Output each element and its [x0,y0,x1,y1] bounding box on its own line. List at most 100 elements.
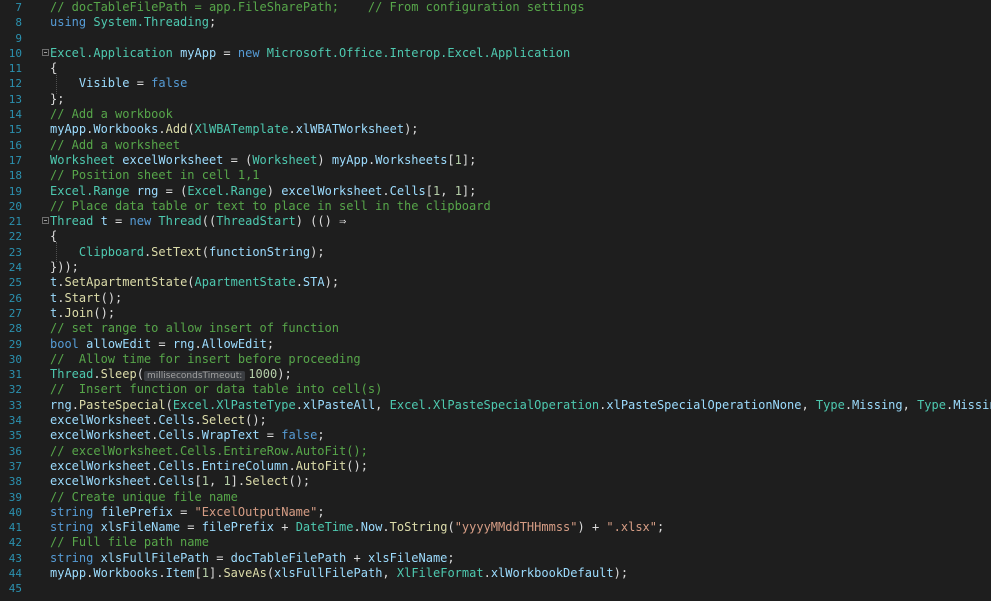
code-token: ) + [577,520,607,535]
code-token: xlPasteAll [302,397,376,412]
code-line[interactable]: 33 rng.PasteSpecial(Excel.XlPasteType.xlP… [0,398,991,413]
fold-toggle-icon[interactable] [42,217,49,225]
line-number: 35 [8,429,22,443]
code-line[interactable]: 12 Visible = false [0,76,991,91]
code-token: ]. [230,474,246,489]
code-token: myApp [50,122,87,137]
code-token: // Add a workbook [50,107,173,122]
line-number: 41 [8,521,22,535]
code-line[interactable]: 20 // Place data table or text to place i… [0,199,991,214]
code-token: Cells [389,183,426,198]
code-text: string xlsFullFilePath = docTableFilePat… [50,551,455,566]
code-token: Workbooks [93,565,159,580]
code-line[interactable]: 44 myApp.Workbooks.Item[1].SaveAs(xlsFull… [0,566,991,581]
code-line[interactable]: 10 Excel.Application myApp = new Microsof… [0,46,991,61]
code-token: // Place data table or text to place in … [50,198,491,213]
code-line[interactable]: 31 Thread.Sleep(millisecondsTimeout: 1000)… [0,367,991,382]
code-token: "ExcelOutputName" [194,504,318,519]
code-token: , [902,397,918,412]
code-line[interactable]: 43 string xlsFullFilePath = docTableFileP… [0,551,991,566]
code-line[interactable]: 17 Worksheet excelWorksheet = (Worksheet)… [0,153,991,168]
code-line[interactable]: 38 excelWorksheet.Cells[1, 1].Select(); [0,474,991,489]
code-text: t.Start(); [50,291,122,306]
code-token: ]. [209,565,224,580]
code-line[interactable]: 37 excelWorksheet.Cells.EntireColumn.Auto… [0,459,991,474]
code-token: Type [815,397,845,412]
code-line[interactable]: 34 excelWorksheet.Cells.Select(); [0,413,991,428]
code-token: ); [613,565,629,580]
code-token: ; [317,504,325,519]
code-token: , [801,397,816,412]
code-line[interactable]: 19 Excel.Range rng = (Excel.Range) excelW… [0,184,991,199]
code-line[interactable]: 18 // Position sheet in cell 1,1 [0,168,991,183]
code-token: STA [302,275,325,290]
code-line[interactable]: 35 excelWorksheet.Cells.WrapText = false; [0,428,991,443]
code-line[interactable]: 25 t.SetApartmentState(ApartmentState.STA… [0,275,991,290]
code-line[interactable]: 11{ [0,61,991,76]
code-line[interactable]: 23 Clipboard.SetText(functionString); [0,245,991,260]
code-line[interactable]: 15 myApp.Workbooks.Add(XlWBATemplate.xlWB… [0,122,991,137]
code-line[interactable]: 24})); [0,260,991,275]
code-token: // Create unique file name [50,489,238,504]
code-token: ApartmentState [194,275,296,290]
code-line[interactable]: 26 t.Start(); [0,291,991,306]
line-number: 36 [8,444,22,458]
code-line[interactable]: 36 // excelWorksheet.Cells.EntireRow.Auto… [0,444,991,459]
code-token: Worksheets [375,152,448,167]
code-line[interactable]: 13}; [0,92,991,107]
code-line[interactable]: 21 Thread t = new Thread((ThreadStart) ((… [0,214,991,229]
code-line[interactable]: 8 using System.Threading; [0,15,991,30]
code-line[interactable]: 14 // Add a workbook [0,107,991,122]
line-number: 18 [8,169,22,183]
code-token: 1 [201,565,209,580]
code-line[interactable]: 45 [0,581,991,596]
code-token: Join [64,305,94,320]
code-token: // Add a worksheet [50,137,181,152]
code-line[interactable]: 28 // set range to allow insert of functi… [0,321,991,336]
code-line[interactable]: 22{ [0,229,991,244]
code-line[interactable]: 29 bool allowEdit = rng.AllowEdit; [0,337,991,352]
code-token: myApp [331,152,368,167]
code-editor[interactable]: 7 // docTableFilePath = app.FileSharePath… [0,0,991,601]
fold-toggle-icon[interactable] [42,48,49,56]
code-text: rng.PasteSpecial(Excel.XlPasteType.xlPas… [50,398,991,413]
line-number: 12 [8,77,22,91]
code-token: docTableFilePath [230,550,347,565]
code-token: 1000 [248,367,278,382]
code-token: AllowEdit [201,336,267,351]
code-line[interactable]: 16 // Add a worksheet [0,138,991,153]
code-token: ; [657,520,665,535]
code-token: . [353,520,361,535]
code-token: myApp [50,565,87,580]
line-number: 24 [8,261,22,275]
code-token: // Allow time for insert before proceedi… [50,351,361,366]
code-line[interactable]: 27 t.Join(); [0,306,991,321]
code-token: Visible [78,76,130,91]
code-line[interactable]: 41 string xlsFileName = filePrefix + Date… [0,520,991,535]
code-token: = [259,428,282,443]
line-number: 22 [8,230,22,244]
code-lines[interactable]: 7 // docTableFilePath = app.FileSharePath… [0,0,991,597]
code-token: ) (() ⇒ [295,214,347,229]
line-number: 30 [8,352,22,366]
code-line[interactable]: 42 // Full file path name [0,535,991,550]
code-line[interactable]: 39 // Create unique file name [0,490,991,505]
code-token: ); [324,275,340,290]
line-number: 13 [8,92,22,106]
code-line[interactable]: 40 string filePrefix = "ExcelOutputName"; [0,505,991,520]
code-token: false [281,428,318,443]
line-number: 39 [8,490,22,504]
code-token: . [93,367,101,382]
code-token: ThreadStart [216,214,296,229]
code-token: ; [266,336,275,351]
code-token: [ [425,183,433,198]
code-token: ]; [461,183,477,198]
code-token: . [158,565,166,580]
code-text: string xlsFileName = filePrefix + DateTi… [50,520,664,535]
code-line[interactable]: 9 [0,31,991,46]
code-token: SetApartmentState [64,275,188,290]
code-line[interactable]: 7 // docTableFilePath = app.FileSharePath… [0,0,991,15]
code-line[interactable]: 30 // Allow time for insert before procee… [0,352,991,367]
code-line[interactable]: 32 // Insert function or data table into … [0,382,991,397]
